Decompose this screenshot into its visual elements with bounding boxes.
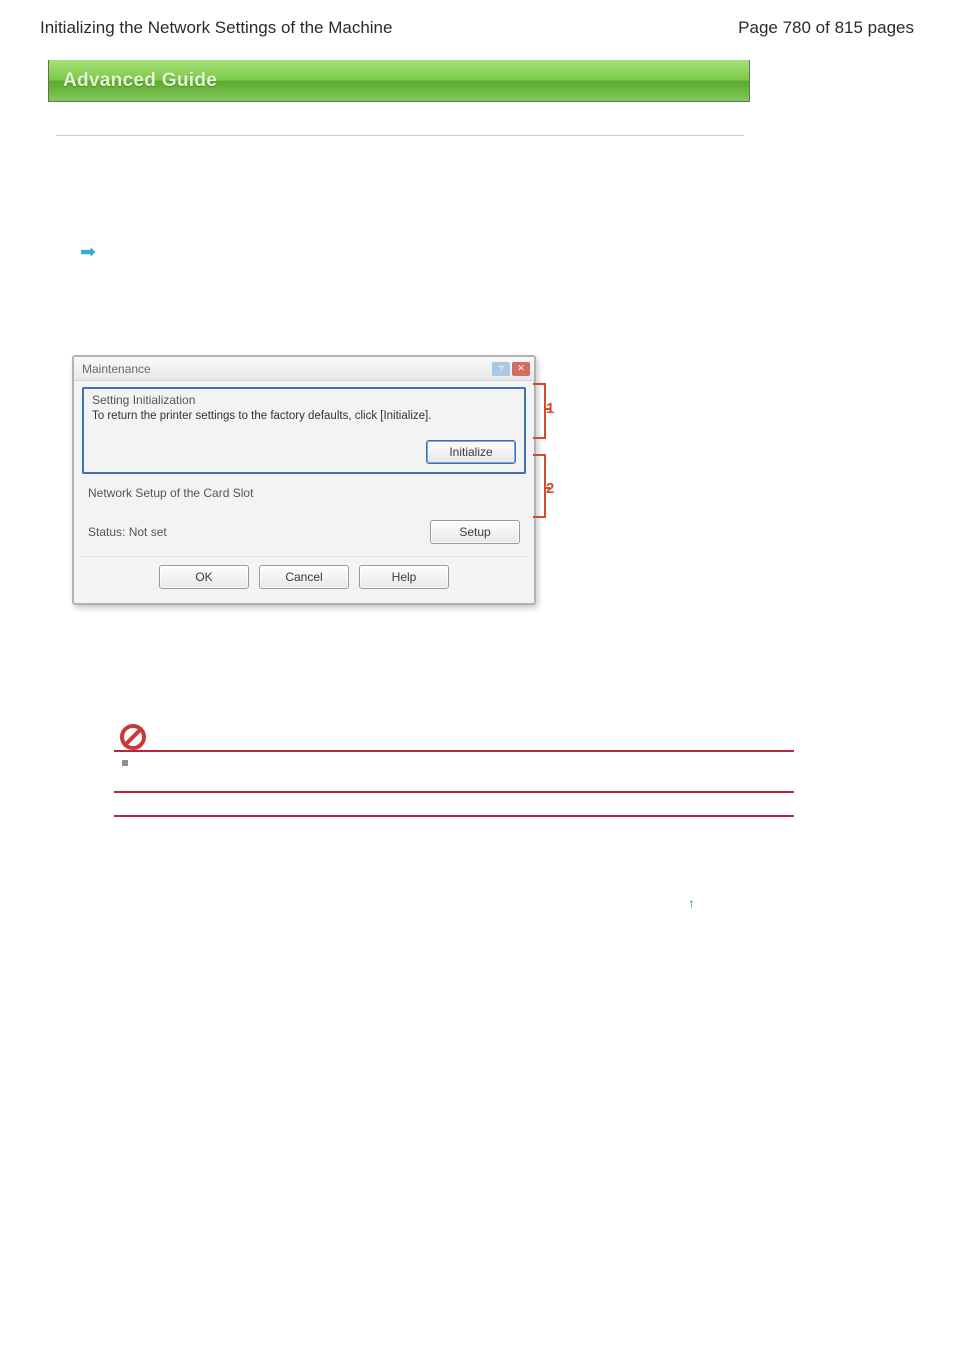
dialog-title-text: Maintenance [82, 362, 151, 376]
window-help-button[interactable]: ? [492, 362, 510, 376]
ok-button[interactable]: OK [159, 565, 249, 589]
callout-1: 1 [546, 400, 554, 417]
dialog-titlebar: Maintenance ? ✕ [74, 357, 534, 381]
page-title: Initializing the Network Settings of the… [40, 18, 392, 38]
square-bullet-icon [122, 760, 128, 766]
setting-initialization-group: Setting Initialization To return the pri… [82, 387, 526, 474]
important-line-mid [114, 791, 794, 793]
group1-label: Setting Initialization [92, 393, 516, 407]
banner: Advanced Guide [48, 60, 750, 102]
callout-bracket-2 [533, 454, 546, 518]
card-slot-group: Network Setup of the Card Slot Status: N… [82, 484, 526, 550]
window-close-button[interactable]: ✕ [512, 362, 530, 376]
initialize-button[interactable]: Initialize [426, 440, 516, 464]
important-line-bottom [114, 815, 794, 817]
help-button[interactable]: Help [359, 565, 449, 589]
page-indicator: Page 780 of 815 pages [738, 18, 914, 38]
status-text: Status: Not set [88, 525, 167, 539]
banner-text: Advanced Guide [63, 70, 217, 92]
prohibited-icon [120, 724, 146, 750]
group2-label: Network Setup of the Card Slot [88, 486, 520, 500]
cancel-button[interactable]: Cancel [259, 565, 349, 589]
callout-2: 2 [546, 480, 554, 497]
arrow-right-icon: ➡ [80, 241, 96, 264]
divider [56, 135, 744, 136]
setup-button[interactable]: Setup [430, 520, 520, 544]
group1-desc: To return the printer settings to the fa… [92, 410, 516, 422]
maintenance-dialog: Maintenance ? ✕ Setting Initialization T… [72, 355, 536, 605]
callout-bracket-1 [533, 383, 546, 439]
page-top-icon[interactable]: ↑ [688, 895, 695, 911]
important-section [114, 724, 794, 817]
important-line-top [114, 750, 794, 752]
